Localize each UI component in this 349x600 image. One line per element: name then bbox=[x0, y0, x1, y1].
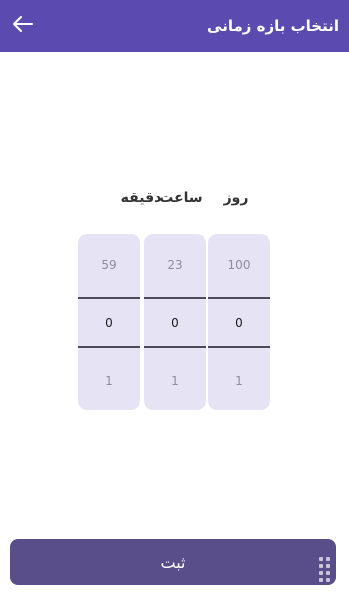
minute-divider-top bbox=[78, 297, 140, 299]
arrow-left-icon bbox=[13, 16, 33, 36]
hour-label: ساعت bbox=[159, 190, 203, 206]
hour-divider-top bbox=[144, 297, 206, 299]
hour-current-value[interactable]: 0 bbox=[144, 316, 206, 330]
hour-picker[interactable]: 23 0 1 bbox=[144, 234, 206, 410]
minute-next-value[interactable]: 1 bbox=[78, 374, 140, 388]
page-title: انتخاب بازه زمانی bbox=[207, 17, 339, 35]
day-divider-bottom bbox=[208, 346, 270, 348]
submit-button[interactable]: ثبت bbox=[10, 539, 336, 585]
app-bar: انتخاب بازه زمانی bbox=[0, 0, 349, 52]
day-label: روز bbox=[223, 190, 249, 206]
drag-handle-icon[interactable] bbox=[318, 556, 332, 586]
minute-picker[interactable]: 59 0 1 bbox=[78, 234, 140, 410]
hour-divider-bottom bbox=[144, 346, 206, 348]
day-next-value[interactable]: 1 bbox=[208, 374, 270, 388]
day-prev-value[interactable]: 100 bbox=[208, 258, 270, 272]
day-picker[interactable]: 100 0 1 bbox=[208, 234, 270, 410]
minute-current-value[interactable]: 0 bbox=[78, 316, 140, 330]
minute-prev-value[interactable]: 59 bbox=[78, 258, 140, 272]
minute-divider-bottom bbox=[78, 346, 140, 348]
hour-next-value[interactable]: 1 bbox=[144, 374, 206, 388]
day-divider-top bbox=[208, 297, 270, 299]
hour-prev-value[interactable]: 23 bbox=[144, 258, 206, 272]
day-current-value[interactable]: 0 bbox=[208, 316, 270, 330]
back-button[interactable] bbox=[8, 11, 38, 41]
